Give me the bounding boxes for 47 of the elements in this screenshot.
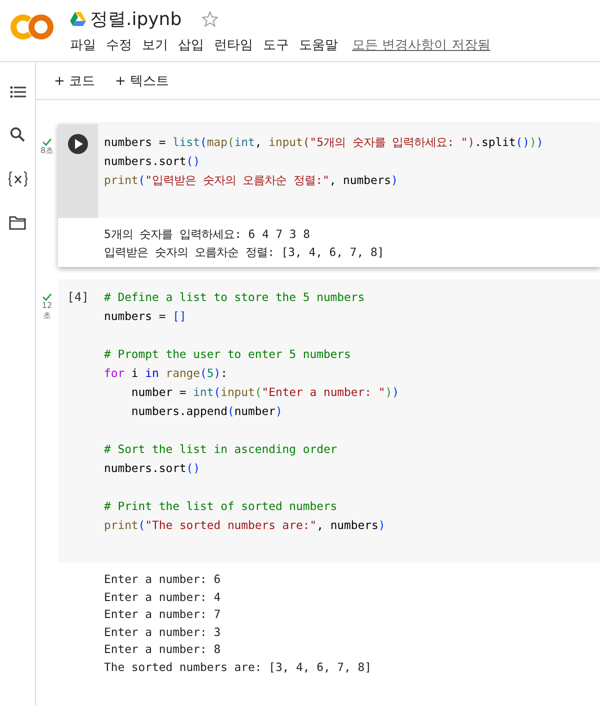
menu-item[interactable]: 런타임 xyxy=(214,36,253,54)
code-line: print("입력받은 숫자의 오름차순 정렬:", numbers) xyxy=(104,172,399,189)
check-icon xyxy=(42,138,52,146)
run-button[interactable] xyxy=(68,134,88,154)
output-line: 5개의 숫자를 입력하세요: 6 4 7 3 8 xyxy=(104,226,312,243)
output-line: Enter a number: 3 xyxy=(104,624,222,640)
star-icon[interactable] xyxy=(202,11,218,27)
code-line: numbers.append(number) xyxy=(130,403,284,420)
play-icon xyxy=(75,139,83,149)
add-cell-button[interactable]: + 텍스트 xyxy=(107,68,178,94)
execution-count: [4] xyxy=(67,290,89,306)
code-line: number = int(input("Enter a number: ")) xyxy=(130,384,399,401)
menu-item[interactable]: 파일 xyxy=(70,36,96,54)
execution-time: 8초 xyxy=(40,146,54,156)
menu-item[interactable]: 수정 xyxy=(106,36,132,54)
code-line: # Print the list of sorted numbers xyxy=(104,498,338,515)
drive-icon xyxy=(70,12,86,26)
menu-item[interactable]: 도구 xyxy=(263,36,289,54)
add-cell-button[interactable]: + 코드 xyxy=(46,68,104,94)
code-line: numbers = [] xyxy=(104,308,188,325)
code-line: numbers.sort() xyxy=(104,153,202,170)
variables-icon[interactable] xyxy=(8,171,28,187)
folder-icon[interactable] xyxy=(9,216,26,230)
check-icon xyxy=(42,293,52,301)
menu-item[interactable]: 삽입 xyxy=(178,36,204,54)
output-line: Enter a number: 6 xyxy=(104,571,222,588)
code-line: # Define a list to store the 5 numbers xyxy=(104,289,366,306)
search-icon[interactable] xyxy=(10,127,25,142)
output-line: 입력받은 숫자의 오름차순 정렬: [3, 4, 6, 7, 8] xyxy=(104,244,386,260)
code-line: # Sort the list in ascending order xyxy=(104,441,338,458)
menu-item[interactable]: 보기 xyxy=(142,36,168,54)
code-line: # Prompt the user to enter 5 numbers xyxy=(104,346,352,363)
menu-item[interactable]: 도움말 xyxy=(299,36,338,54)
output-line: Enter a number: 7 xyxy=(104,606,222,623)
table-of-contents-icon[interactable] xyxy=(10,86,26,98)
code-line: for i in range(5): xyxy=(104,365,228,382)
logo-icon[interactable] xyxy=(10,12,54,42)
code-line: numbers.sort() xyxy=(104,460,202,477)
code-line: print("The sorted numbers are:", numbers) xyxy=(104,517,386,534)
code-cell[interactable]: numbers = list(map(int, input("5개의 숫자를 입력하세요: ").split())) numbers.sort() print("입력받은 숫자의 오름차순 정렬:", numbers) 5개의 숫자를 입력하세요: 6 4 7 3 8 입력받은 숫자의 오름차순 정렬: [3, 4, 6, 7, 8] xyxy=(58,124,600,267)
output-line: The sorted numbers are: [3, 4, 6, 7, 8] xyxy=(104,658,372,676)
save-status-link[interactable]: 모든 변경사항이 저장됨 xyxy=(352,36,490,54)
code-line: numbers = list(map(int, input("5개의 숫자를 입력하세요: ").split())) xyxy=(104,134,544,151)
output-line: Enter a number: 4 xyxy=(104,588,222,606)
output-line: Enter a number: 8 xyxy=(104,641,222,658)
notebook-title[interactable]: 정렬.ipynb xyxy=(90,7,182,31)
execution-time: 12 초 xyxy=(40,301,54,321)
